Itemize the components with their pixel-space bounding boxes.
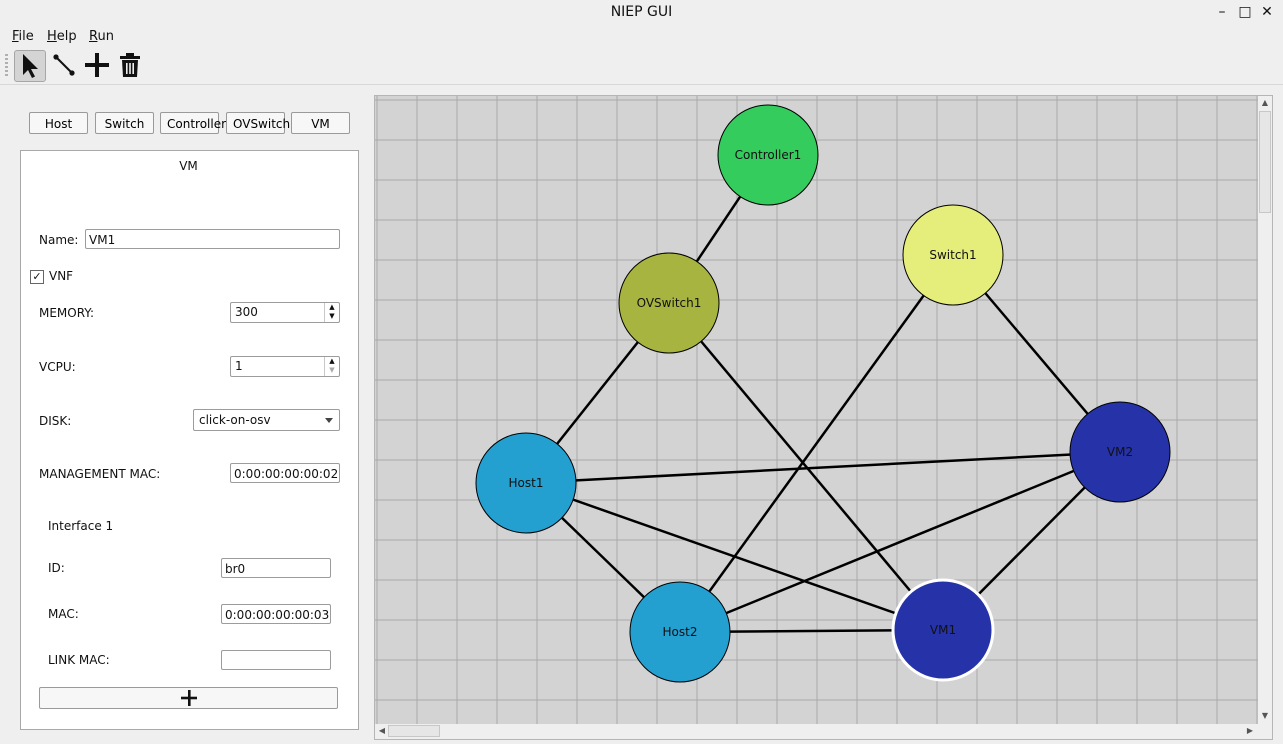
- node-ovswitch1[interactable]: OVSwitch1: [618, 252, 720, 354]
- menu-file[interactable]: File: [12, 29, 34, 44]
- disk-value: click-on-osv: [199, 413, 271, 427]
- chevron-down-icon: [325, 418, 333, 423]
- link-mac-input[interactable]: [221, 650, 331, 670]
- scroll-left-icon[interactable]: ◀: [376, 725, 388, 737]
- spin-arrows-icon[interactable]: ▲ ▼: [324, 303, 339, 322]
- add-node-tool-button[interactable]: [82, 50, 112, 80]
- menu-run[interactable]: Run: [89, 29, 114, 44]
- scroll-up-icon[interactable]: ▲: [1259, 97, 1271, 109]
- vcpu-spinbox[interactable]: 1 ▲ ▼: [230, 356, 340, 377]
- id-label: ID:: [48, 561, 65, 575]
- controller-type-button[interactable]: Controller: [160, 112, 226, 134]
- memory-spinbox[interactable]: 300 ▲ ▼: [230, 302, 340, 323]
- name-input[interactable]: VM1: [85, 229, 340, 249]
- properties-title: VM: [179, 159, 198, 173]
- delete-tool-button[interactable]: [115, 50, 145, 80]
- node-label: Host2: [663, 625, 698, 639]
- menu-bar: File Help Run: [0, 26, 1283, 46]
- disk-dropdown[interactable]: click-on-osv: [193, 409, 340, 431]
- node-host2[interactable]: Host2: [629, 581, 731, 683]
- vertical-scrollbar[interactable]: ▲ ▼: [1258, 96, 1272, 724]
- disk-label: DISK:: [39, 414, 72, 428]
- window-title: NIEP GUI: [610, 4, 673, 20]
- node-label: Switch1: [929, 248, 976, 262]
- horizontal-scroll-thumb[interactable]: [388, 725, 440, 737]
- mac-label: MAC:: [48, 607, 79, 621]
- spin-arrows-icon[interactable]: ▲ ▼: [324, 357, 339, 376]
- scroll-down-icon[interactable]: ▼: [1259, 710, 1271, 722]
- toolbar: [0, 46, 1283, 85]
- scroll-right-icon[interactable]: ▶: [1244, 725, 1256, 737]
- vnf-checkbox[interactable]: ✓: [30, 270, 44, 284]
- ovswitch-type-button[interactable]: OVSwitch: [226, 112, 290, 134]
- interface-mac-input[interactable]: 0:00:00:00:00:03: [221, 604, 331, 624]
- host-type-button[interactable]: Host: [29, 112, 88, 134]
- node-vm1[interactable]: VM1: [891, 578, 995, 682]
- connect-line-icon: [53, 54, 75, 76]
- node-host1[interactable]: Host1: [475, 432, 577, 534]
- vcpu-label: VCPU:: [39, 360, 76, 374]
- interface-id-input[interactable]: br0: [221, 558, 331, 578]
- vm-type-button[interactable]: VM: [291, 112, 350, 134]
- connect-tool-button[interactable]: [49, 50, 79, 80]
- interface-title: Interface 1: [48, 519, 114, 533]
- node-label: OVSwitch1: [637, 296, 702, 310]
- plus-icon: [181, 690, 197, 706]
- select-tool-button[interactable]: [14, 50, 46, 82]
- node-label: Host1: [509, 476, 544, 490]
- link-mac-label: LINK MAC:: [48, 653, 110, 667]
- topology-canvas[interactable]: Controller1 Switch1 OVSwitch1 Host1 VM2 Host2…: [375, 96, 1258, 724]
- mgmt-mac-label: MANAGEMENT MAC:: [39, 467, 161, 481]
- memory-value: 300: [235, 305, 258, 319]
- title-bar: NIEP GUI – □ ✕: [0, 0, 1283, 26]
- menu-help[interactable]: Help: [47, 29, 77, 44]
- toolbar-grip[interactable]: [5, 54, 8, 76]
- name-label: Name:: [39, 233, 79, 247]
- node-controller1[interactable]: Controller1: [717, 104, 819, 206]
- maximize-icon[interactable]: □: [1237, 4, 1253, 20]
- vcpu-value: 1: [235, 359, 243, 373]
- add-interface-button[interactable]: [39, 687, 338, 709]
- node-switch1[interactable]: Switch1: [902, 204, 1004, 306]
- mgmt-mac-input[interactable]: 0:00:00:00:00:02: [230, 463, 340, 483]
- vnf-label: VNF: [49, 269, 74, 283]
- memory-label: MEMORY:: [39, 306, 95, 320]
- delete-trash-icon: [120, 53, 140, 77]
- horizontal-scrollbar[interactable]: ◀ ▶: [375, 724, 1258, 738]
- switch-type-button[interactable]: Switch: [95, 112, 154, 134]
- close-icon[interactable]: ✕: [1259, 4, 1275, 20]
- vertical-scroll-thumb[interactable]: [1259, 111, 1271, 213]
- node-vm2[interactable]: VM2: [1069, 401, 1171, 503]
- node-label: VM2: [1107, 445, 1133, 459]
- node-label: Controller1: [735, 148, 802, 162]
- select-arrow-icon: [23, 54, 38, 78]
- add-node-icon: [85, 53, 109, 77]
- node-label: VM1: [930, 623, 956, 637]
- minimize-icon[interactable]: –: [1214, 4, 1230, 20]
